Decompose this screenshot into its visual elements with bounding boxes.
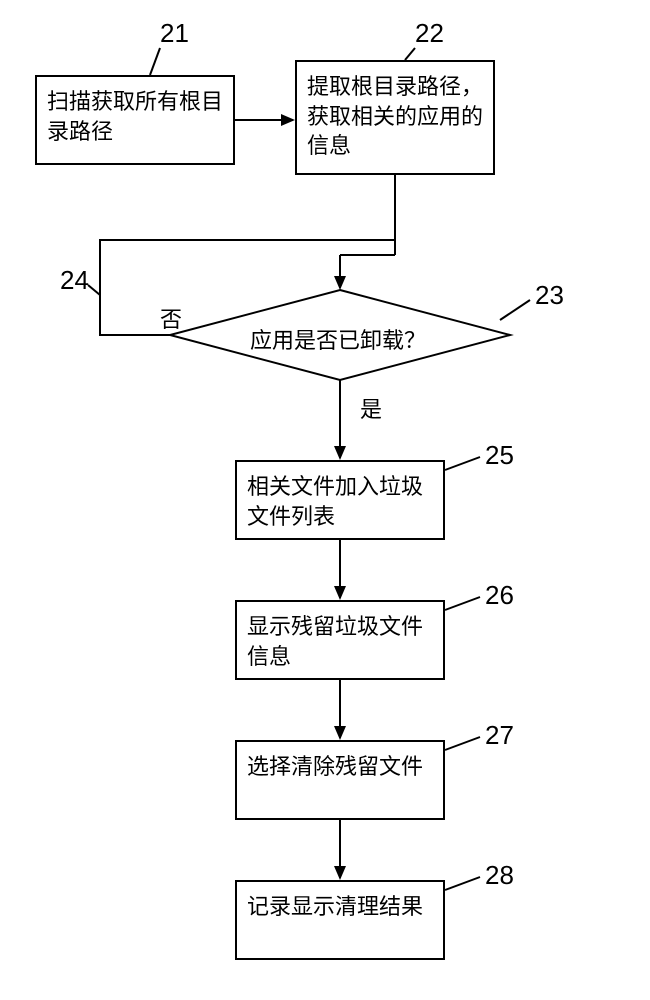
arrows-layer bbox=[0, 0, 650, 1000]
flowchart-canvas: 21 22 23 24 25 26 27 28 扫描获取所有根目录路径 提取根目… bbox=[0, 0, 650, 1000]
